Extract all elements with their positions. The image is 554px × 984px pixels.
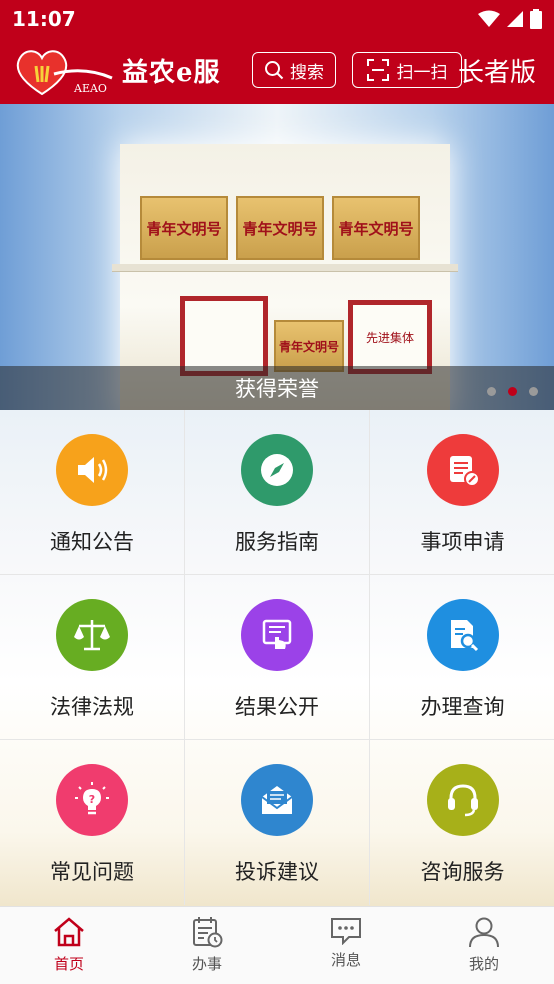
service-complaint[interactable]: 投诉建议 (185, 740, 370, 905)
service-faq[interactable]: ? 常见问题 (0, 740, 185, 905)
user-icon (469, 917, 499, 948)
app-title: 益农e服 (122, 58, 221, 88)
service-icon-bg (241, 764, 313, 836)
service-label: 事项申请 (420, 530, 505, 554)
service-icon-bg (241, 434, 313, 506)
banner-caption: 获得荣誉 (0, 366, 554, 410)
banner-certificate: 先进集体 (348, 300, 432, 374)
service-label: 投诉建议 (235, 860, 319, 884)
carousel-dot[interactable] (529, 387, 538, 396)
home-icon (54, 917, 84, 947)
service-apply[interactable]: 事项申请 (370, 410, 554, 575)
service-label: 结果公开 (235, 695, 319, 719)
carousel-indicator (487, 387, 538, 396)
carousel-dot-active[interactable] (508, 387, 517, 396)
logo-text: AEAO (74, 82, 107, 95)
speaker-icon (78, 457, 108, 483)
service-icon-bg (426, 599, 499, 671)
banner-plaque: 青年文明号 (332, 196, 420, 260)
service-label: 法律法规 (50, 695, 134, 719)
service-laws[interactable]: 法律法规 (0, 575, 185, 740)
tab-tasks[interactable]: 办事 (157, 915, 257, 974)
tab-messages[interactable]: 消息 (296, 915, 396, 970)
service-label: 服务指南 (235, 530, 319, 554)
document-search-icon (450, 620, 478, 652)
signal-icon (507, 11, 523, 27)
service-label: 通知公告 (50, 530, 134, 554)
scan-button[interactable]: 扫一扫 (352, 52, 462, 88)
tab-label: 首页 (53, 955, 84, 973)
tab-home[interactable]: 首页 (19, 915, 119, 974)
mail-icon (261, 786, 293, 814)
screen: 11:07 AEAO 益农e服 搜索 扫一扫 长者版 青年文明号 青年文明号 青… (0, 0, 554, 984)
scan-label: 扫一扫 (396, 62, 448, 83)
service-label: 办理查询 (420, 695, 505, 719)
banner-plaque: 青年文明号 (274, 320, 344, 372)
service-grid: 通知公告 服务指南 事项申请 法律法规 结果公开 办理查询 ? 常见问题 投诉建… (0, 410, 554, 906)
touch-screen-icon (262, 619, 292, 649)
tab-label: 消息 (330, 951, 361, 969)
service-guide[interactable]: 服务指南 (185, 410, 370, 575)
service-icon-bg (426, 764, 499, 836)
app-logo[interactable]: AEAO (14, 44, 114, 98)
service-icon-bg (426, 434, 499, 506)
compass-icon (261, 454, 293, 486)
status-time: 11:07 (12, 7, 76, 31)
status-bar: 11:07 (0, 0, 554, 38)
headset-icon (447, 784, 478, 817)
banner-carousel[interactable]: 青年文明号 青年文明号 青年文明号 青年文明号 先进集体 获得荣誉 (0, 104, 554, 410)
status-icons (478, 9, 542, 29)
form-edit-icon (449, 456, 480, 487)
battery-icon (530, 9, 542, 29)
service-query[interactable]: 办理查询 (370, 575, 554, 740)
service-label: 常见问题 (50, 860, 134, 884)
svg-text:?: ? (89, 793, 95, 806)
scales-icon (74, 620, 110, 651)
bottom-tab-bar: 首页 办事 消息 我的 (0, 906, 554, 984)
search-button[interactable]: 搜索 (252, 52, 336, 88)
tab-profile[interactable]: 我的 (434, 915, 534, 974)
service-icon-bg: ? (56, 764, 128, 836)
banner-plaque: 青年文明号 (236, 196, 324, 260)
message-icon (331, 918, 361, 945)
search-label: 搜索 (290, 62, 324, 83)
scan-icon (366, 59, 389, 81)
search-icon (265, 61, 284, 80)
elder-mode-button[interactable]: 长者版 (458, 52, 536, 89)
service-icon-bg (56, 599, 128, 671)
service-notice[interactable]: 通知公告 (0, 410, 185, 575)
service-results[interactable]: 结果公开 (185, 575, 370, 740)
banner-plaque: 青年文明号 (140, 196, 228, 260)
wifi-icon (478, 10, 500, 27)
banner-frame (180, 296, 268, 376)
tab-label: 我的 (468, 955, 499, 973)
service-icon-bg (56, 434, 128, 506)
service-consult[interactable]: 咨询服务 (370, 740, 554, 905)
app-header: AEAO 益农e服 搜索 扫一扫 长者版 (0, 38, 554, 104)
calendar-clock-icon (193, 917, 223, 948)
carousel-dot[interactable] (487, 387, 496, 396)
service-icon-bg (241, 599, 313, 671)
tab-label: 办事 (191, 955, 222, 973)
banner-shelf (112, 264, 458, 272)
service-label: 咨询服务 (420, 860, 505, 884)
lightbulb-icon: ? (75, 782, 109, 815)
